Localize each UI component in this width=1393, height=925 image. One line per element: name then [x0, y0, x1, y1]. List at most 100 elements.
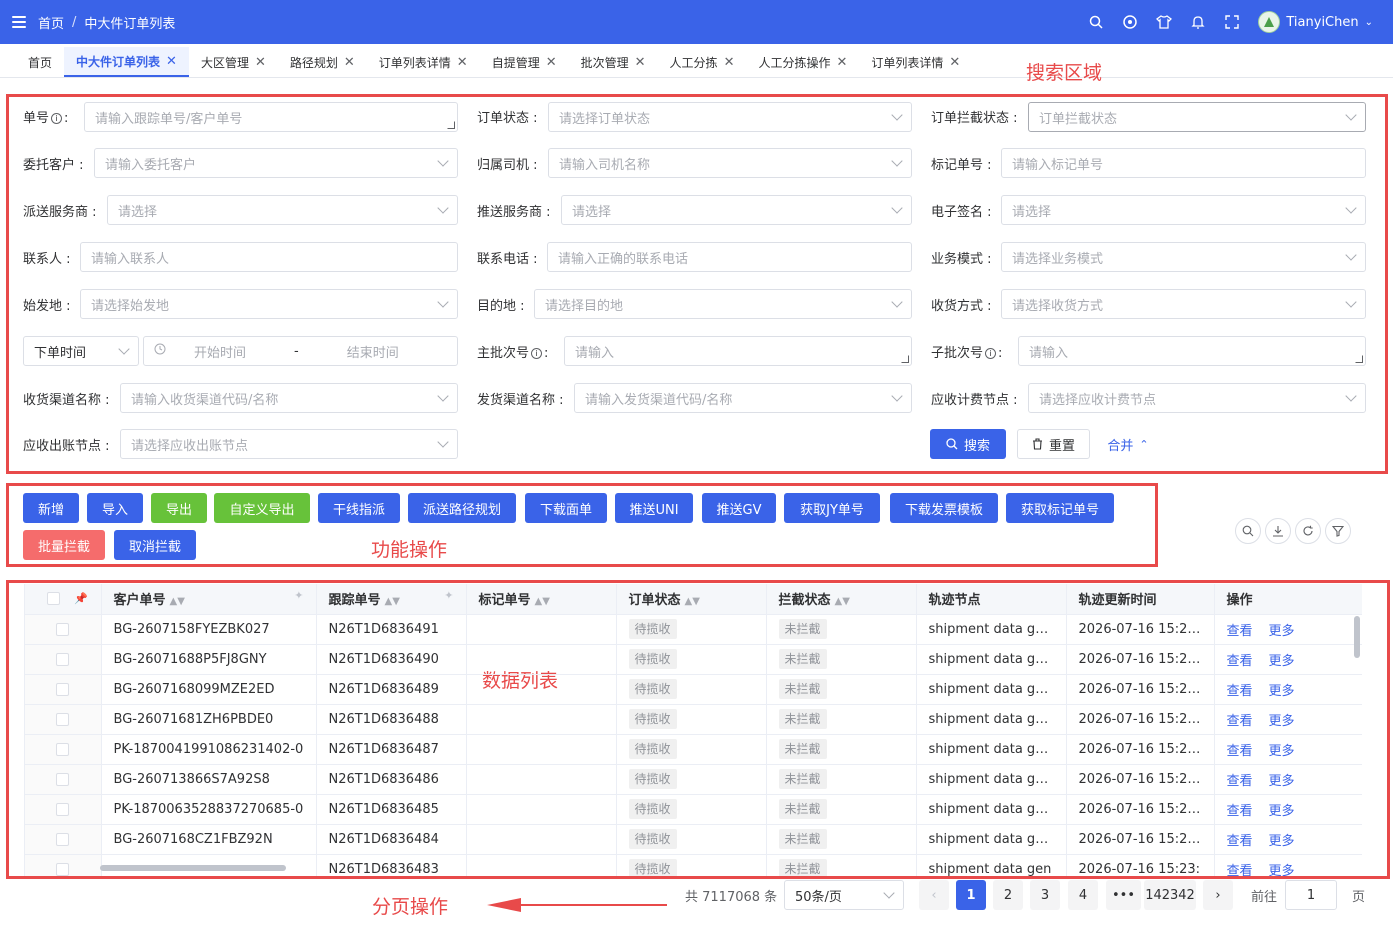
- sub-batch-input[interactable]: 请输入: [1018, 336, 1366, 366]
- origin-select[interactable]: 请选择始发地: [80, 289, 458, 319]
- download-label-button[interactable]: 下载面单: [525, 493, 607, 523]
- more-link[interactable]: 更多: [1269, 774, 1295, 789]
- col-intercept-status[interactable]: 拦截状态 ▲▼: [766, 584, 917, 615]
- goto-page-input[interactable]: 1: [1285, 880, 1337, 910]
- tab-1[interactable]: 中大件订单列表 ✕: [64, 47, 189, 77]
- dispatch-provider-select[interactable]: 请选择: [107, 195, 458, 225]
- toggle-search-icon[interactable]: [1235, 518, 1261, 544]
- more-link[interactable]: 更多: [1269, 834, 1295, 849]
- more-link[interactable]: 更多: [1269, 714, 1295, 729]
- view-link[interactable]: 查看: [1227, 804, 1253, 819]
- tab-3[interactable]: 路径规划 ✕: [278, 47, 367, 77]
- close-icon[interactable]: ✕: [949, 55, 960, 70]
- search-icon[interactable]: [1088, 14, 1104, 30]
- get-mark-no-button[interactable]: 获取标记单号: [1006, 493, 1114, 523]
- more-link[interactable]: 更多: [1269, 654, 1295, 669]
- page-button[interactable]: 142342: [1144, 880, 1196, 910]
- col-customer-no[interactable]: 客户单号 ▲▼ ✦: [101, 584, 317, 615]
- row-checkbox[interactable]: [56, 712, 70, 726]
- view-link[interactable]: 查看: [1227, 774, 1253, 789]
- horizontal-scrollbar[interactable]: [100, 865, 286, 871]
- contact-input[interactable]: 请输入联系人: [80, 242, 458, 272]
- row-checkbox[interactable]: [56, 802, 70, 816]
- view-link[interactable]: 查看: [1227, 834, 1253, 849]
- push-gv-button[interactable]: 推送GV: [702, 493, 776, 523]
- table-row[interactable]: BG-2607168CZ1FBZ92N N26T1D6836484 待揽收 未拦截 sh…: [25, 824, 1362, 855]
- more-link[interactable]: 更多: [1269, 744, 1295, 759]
- cancel-intercept-button[interactable]: 取消拦截: [114, 530, 196, 560]
- sort-icon[interactable]: ▲▼: [535, 596, 550, 607]
- export-button[interactable]: 导出: [151, 493, 207, 523]
- table-row[interactable]: BG-2607158FYEZBK027 N26T1D6836491 待揽收 未拦截 sh…: [25, 614, 1362, 645]
- fee-node-select[interactable]: 请选择应收计费节点: [1028, 383, 1366, 413]
- mark-no-input[interactable]: 请输入标记单号: [1001, 148, 1366, 178]
- biz-mode-select[interactable]: 请选择业务模式: [1001, 242, 1366, 272]
- tab-6[interactable]: 批次管理 ✕: [569, 47, 658, 77]
- pin-icon[interactable]: ✦: [294, 589, 303, 602]
- search-button[interactable]: 搜索: [930, 429, 1006, 459]
- sort-icon[interactable]: ▲▼: [385, 596, 400, 607]
- push-provider-select[interactable]: 请选择: [561, 195, 912, 225]
- page-ellipsis[interactable]: •••: [1106, 880, 1142, 910]
- tab-5[interactable]: 自提管理 ✕: [480, 47, 569, 77]
- route-plan-button[interactable]: 派送路径规划: [408, 493, 516, 523]
- send-channel-select[interactable]: 请输入发货渠道代码/名称: [574, 383, 912, 413]
- reset-button[interactable]: 重置: [1017, 429, 1090, 459]
- view-link[interactable]: 查看: [1227, 714, 1253, 729]
- receive-method-select[interactable]: 请选择收货方式: [1001, 289, 1366, 319]
- close-icon[interactable]: ✕: [724, 55, 735, 70]
- client-select[interactable]: 请输入委托客户: [94, 148, 458, 178]
- col-tracking-no[interactable]: 跟踪单号 ▲▼ ✦: [316, 584, 467, 615]
- refresh-icon[interactable]: [1295, 518, 1321, 544]
- order-status-select[interactable]: 请选择订单状态: [548, 102, 912, 132]
- get-jy-button[interactable]: 获取JY单号: [784, 493, 880, 523]
- import-button[interactable]: 导入: [87, 493, 143, 523]
- table-row[interactable]: PK-1870041991086231402-0 N26T1D6836487 待揽收…: [25, 734, 1362, 765]
- page-button[interactable]: 2: [993, 880, 1023, 910]
- select-all-checkbox[interactable]: [47, 592, 61, 606]
- tab-7[interactable]: 人工分拣 ✕: [658, 47, 747, 77]
- date-range-picker[interactable]: 开始时间 - 结束时间: [143, 336, 458, 366]
- sort-icon[interactable]: ▲▼: [685, 596, 700, 607]
- master-batch-input[interactable]: 请输入: [564, 336, 912, 366]
- fullscreen-icon[interactable]: [1224, 14, 1240, 30]
- more-link[interactable]: 更多: [1269, 864, 1295, 877]
- tab-0[interactable]: 首页: [16, 47, 64, 77]
- invoice-template-button[interactable]: 下载发票模板: [890, 493, 998, 523]
- row-checkbox[interactable]: [56, 862, 70, 876]
- prev-page-button[interactable]: ‹: [919, 880, 949, 910]
- next-page-button[interactable]: ›: [1203, 880, 1233, 910]
- info-icon[interactable]: i: [51, 113, 63, 124]
- collapse-button[interactable]: 合并 ⌃: [1102, 429, 1154, 459]
- row-checkbox[interactable]: [56, 682, 70, 696]
- page-button[interactable]: 3: [1030, 880, 1060, 910]
- more-link[interactable]: 更多: [1269, 804, 1295, 819]
- phone-input[interactable]: 请输入正确的联系电话: [547, 242, 912, 272]
- filter-icon[interactable]: [1325, 518, 1351, 544]
- table-row[interactable]: BG-26071688P5FJ8GNY N26T1D6836490 待揽收 未拦截 sh…: [25, 644, 1362, 675]
- tab-2[interactable]: 大区管理 ✕: [189, 47, 278, 77]
- table-row[interactable]: PK-1870063528837270685-0 N26T1D6836485 待揽收…: [25, 794, 1362, 825]
- breadcrumb-home[interactable]: 首页: [38, 13, 64, 32]
- user-menu[interactable]: TianyiChen ⌄: [1258, 11, 1373, 33]
- esign-select[interactable]: 请选择: [1001, 195, 1366, 225]
- view-link[interactable]: 查看: [1227, 744, 1253, 759]
- col-order-status[interactable]: 订单状态 ▲▼: [616, 584, 767, 615]
- github-icon[interactable]: [1122, 14, 1138, 30]
- row-checkbox[interactable]: [56, 772, 70, 786]
- receive-channel-select[interactable]: 请输入收货渠道代码/名称: [120, 383, 458, 413]
- vertical-scrollbar[interactable]: [1354, 616, 1360, 658]
- info-icon[interactable]: i: [531, 348, 543, 359]
- tab-8[interactable]: 人工分拣操作 ✕: [746, 47, 859, 77]
- resize-handle-icon[interactable]: [901, 355, 909, 363]
- time-type-select[interactable]: 下单时间: [23, 336, 139, 366]
- close-icon[interactable]: ✕: [166, 54, 177, 69]
- order-no-input[interactable]: 请输入跟踪单号/客户单号: [84, 102, 458, 132]
- sort-icon[interactable]: ▲▼: [835, 596, 850, 607]
- bell-icon[interactable]: [1190, 14, 1206, 30]
- pin-icon[interactable]: ✦: [444, 589, 453, 602]
- tab-4[interactable]: 订单列表详情 ✕: [367, 47, 480, 77]
- view-link[interactable]: 查看: [1227, 864, 1253, 877]
- row-checkbox[interactable]: [56, 622, 70, 636]
- theme-shirt-icon[interactable]: [1156, 14, 1173, 30]
